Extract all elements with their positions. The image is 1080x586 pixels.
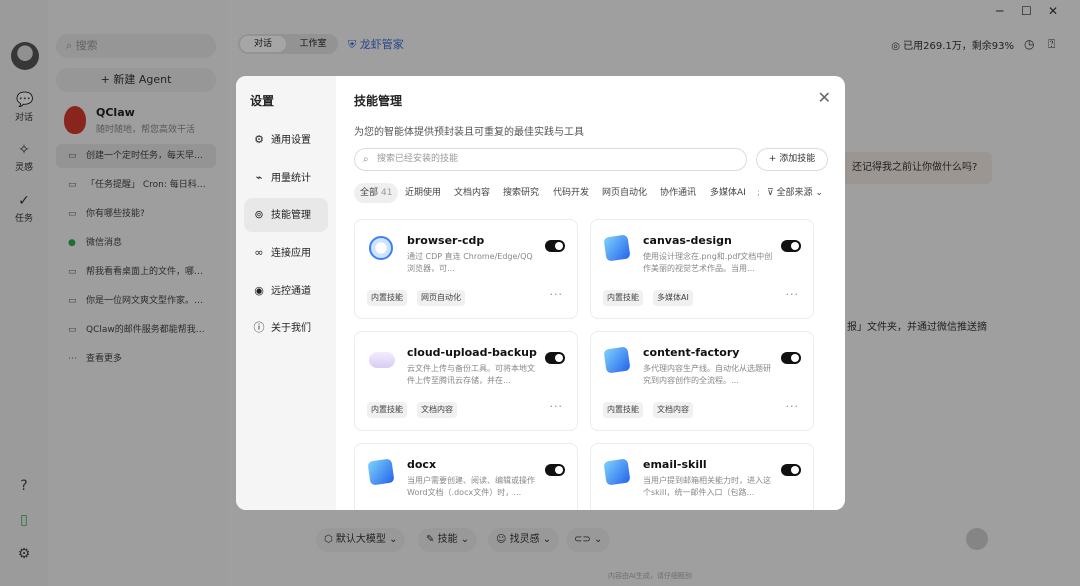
panel-description: 为您的智能体提供预封装且可重复的最佳实践与工具 [354,127,584,138]
more-options-icon[interactable]: ··· [550,400,564,413]
skill-description: 当用户提到邮箱相关能力时，进入这个skill，统一邮件入口（包路… [643,476,771,497]
filter-icon: ⊽ [767,188,774,198]
skills-panel: 技能管理 ✕ 为您的智能体提供预封装且可重复的最佳实践与工具 ⌕ 搜索已经安装的… [336,76,845,510]
nav-item-label: 关于我们 [271,323,311,334]
puzzle-icon [603,458,631,486]
skill-enable-toggle[interactable] [545,240,565,252]
filter-scroll-indicator: ; [757,188,761,198]
skill-description: 云文件上传与备份工具。可将本地文件上传至腾讯云存储，并在… [407,364,535,385]
skill-enable-toggle[interactable] [545,464,565,476]
skill-search-input[interactable]: ⌕ 搜索已经安装的技能 [354,148,747,171]
skill-tag: 文档内容 [417,402,457,418]
skill-card[interactable]: docx 当用户需要创建、阅读、编辑或操作Word文档（.docx文件）时，… [354,443,578,510]
skill-tag: 多媒体AI [653,290,693,306]
filter-chip-code[interactable]: 代码开发 [553,183,589,203]
source-filter-dropdown[interactable]: ⊽ 全部来源 ⌄ [767,183,823,203]
skill-name: cloud-upload-backup [407,346,537,359]
more-options-icon[interactable]: ··· [786,400,800,413]
puzzle-icon [367,458,395,486]
filter-chip-docs[interactable]: 文档内容 [454,183,490,203]
nav-item-about[interactable]: ⓘ 关于我们 [244,311,328,345]
filter-chip-all[interactable]: 全部 41 [354,183,399,203]
source-filter-label: 全部来源 [776,188,813,198]
nav-item-usage[interactable]: ⌁ 用量统计 [244,161,328,195]
nav-item-label: 通用设置 [271,135,311,146]
skill-tag: 内置技能 [367,290,407,306]
nav-item-general[interactable]: ⚙ 通用设置 [244,123,328,157]
panel-title: 技能管理 [354,94,403,108]
more-options-icon[interactable]: ··· [550,288,564,301]
nav-item-label: 远控通道 [271,286,311,297]
skill-tag: 网页自动化 [417,290,465,306]
puzzle-icon [603,234,631,262]
brain-icon: ⊚ [254,208,264,221]
filter-chip-recent[interactable]: 近期使用 [405,183,441,203]
skill-tag: 内置技能 [603,290,643,306]
skill-card[interactable]: cloud-upload-backup 云文件上传与备份工具。可将本地文件上传至… [354,331,578,431]
category-filters: 全部 41 近期使用 文档内容 搜索研究 代码开发 网页自动化 协作通讯 多媒体A… [354,183,834,205]
skill-name: docx [407,458,437,471]
add-skill-button[interactable]: + 添加技能 [756,148,828,171]
skill-enable-toggle[interactable] [781,240,801,252]
skill-name: content-factory [643,346,740,359]
filter-chip-research[interactable]: 搜索研究 [503,183,539,203]
skill-name: canvas-design [643,234,732,247]
nav-item-label: 用量统计 [271,173,311,184]
skill-card[interactable]: email-skill 当用户提到邮箱相关能力时，进入这个skill，统一邮件入… [590,443,814,510]
nav-item-skills[interactable]: ⊚ 技能管理 [244,198,328,232]
nav-item-connect-apps[interactable]: ∞ 连接应用 [244,236,328,270]
chart-line-icon: ⌁ [255,171,263,184]
skill-enable-toggle[interactable] [781,352,801,364]
more-options-icon[interactable]: ··· [786,288,800,301]
gear-icon: ⚙ [254,133,264,146]
skill-description: 多代理内容生产线。自动化从选题研究到内容创作的全流程。… [643,364,771,385]
search-icon: ⌕ [363,154,369,165]
filter-chip-web-automation[interactable]: 网页自动化 [602,183,647,203]
nav-item-label: 连接应用 [271,248,311,259]
settings-modal: 设置 ⚙ 通用设置 ⌁ 用量统计 ⊚ 技能管理 ∞ 连接应用 ◉ 远控通道 ⓘ 关于我们 技… [236,76,845,510]
nav-item-label: 技能管理 [271,210,311,221]
skill-description: 当用户需要创建、阅读、编辑或操作Word文档（.docx文件）时，… [407,476,535,497]
cloud-icon [369,352,395,368]
skills-grid: browser-cdp 通过 CDP 直连 Chrome/Edge/QQ浏览器，… [354,219,814,510]
skill-tag: 内置技能 [367,402,407,418]
skill-card[interactable]: browser-cdp 通过 CDP 直连 Chrome/Edge/QQ浏览器，… [354,219,578,319]
skill-tag: 内置技能 [603,402,643,418]
settings-title: 设置 [250,94,275,108]
skill-name: browser-cdp [407,234,485,247]
skill-description: 使用设计理念在.png和.pdf文档中创作美丽的视觉艺术作品。当用… [643,252,773,273]
skill-tag: 文档内容 [653,402,693,418]
filter-chip-multimedia[interactable]: 多媒体AI [710,183,746,203]
info-icon: ⓘ [253,321,265,334]
filter-chip-collab[interactable]: 协作通讯 [660,183,696,203]
settings-nav: 设置 ⚙ 通用设置 ⌁ 用量统计 ⊚ 技能管理 ∞ 连接应用 ◉ 远控通道 ⓘ 关于我们 [236,76,336,510]
link-icon: ∞ [254,246,264,259]
skill-card[interactable]: canvas-design 使用设计理念在.png和.pdf文档中创作美丽的视觉… [590,219,814,319]
remote-icon: ◉ [254,284,264,297]
skill-enable-toggle[interactable] [545,352,565,364]
close-icon[interactable]: ✕ [818,88,831,107]
search-placeholder: 搜索已经安装的技能 [377,154,459,164]
skill-name: email-skill [643,458,707,471]
nav-item-remote[interactable]: ◉ 远控通道 [244,274,328,308]
skill-card[interactable]: content-factory 多代理内容生产线。自动化从选题研究到内容创作的全… [590,331,814,431]
filter-label: 全部 [360,188,379,198]
skill-enable-toggle[interactable] [781,464,801,476]
puzzle-icon [603,346,631,374]
filter-count: 41 [381,188,393,198]
globe-icon [369,236,393,260]
skill-description: 通过 CDP 直连 Chrome/Edge/QQ浏览器，可… [407,252,533,273]
